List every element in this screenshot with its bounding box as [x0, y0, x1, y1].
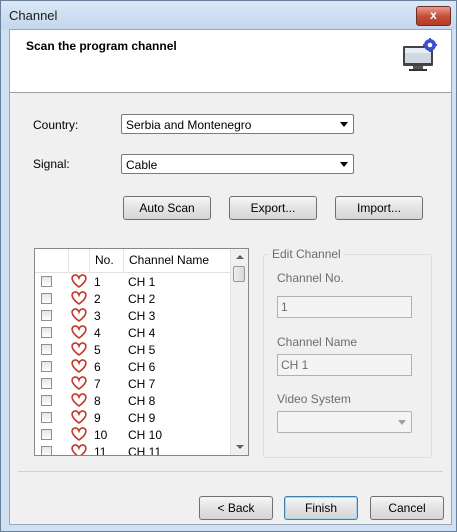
scroll-down-icon[interactable]: [236, 445, 244, 449]
video-system-select[interactable]: [277, 411, 412, 433]
import-button[interactable]: Import...: [335, 196, 423, 220]
channel-number: 3: [94, 309, 101, 323]
row-checkbox[interactable]: [41, 361, 52, 372]
list-item[interactable]: 8 CH 8: [35, 392, 232, 409]
channel-no-label: Channel No.: [277, 271, 344, 285]
column-header-channel-name[interactable]: Channel Name: [123, 249, 232, 272]
channel-number: 9: [94, 411, 101, 425]
window-title: Channel: [9, 8, 58, 23]
heart-icon[interactable]: [70, 324, 88, 340]
country-select[interactable]: Serbia and Montenegro: [121, 114, 354, 134]
row-checkbox[interactable]: [41, 378, 52, 389]
row-checkbox[interactable]: [41, 446, 52, 455]
channel-name: CH 9: [128, 411, 156, 425]
list-rows: 1 CH 1 2 CH 2 3 CH 3 4 CH 4 5 CH 5 6 CH 6 7 CH 7 8 CH 8…: [35, 273, 232, 456]
channel-name: CH 2: [128, 292, 156, 306]
edit-channel-title: Edit Channel: [269, 247, 344, 261]
channel-name: CH 5: [128, 343, 156, 357]
chevron-down-icon: [340, 162, 348, 167]
row-checkbox[interactable]: [41, 327, 52, 338]
country-value: Serbia and Montenegro: [126, 118, 252, 132]
auto-scan-button[interactable]: Auto Scan: [123, 196, 211, 220]
heart-icon[interactable]: [70, 392, 88, 408]
channel-no-field[interactable]: 1: [277, 296, 412, 318]
heart-icon[interactable]: [70, 290, 88, 306]
list-item[interactable]: 7 CH 7: [35, 375, 232, 392]
heart-icon[interactable]: [70, 443, 88, 456]
list-item[interactable]: 4 CH 4: [35, 324, 232, 341]
channel-number: 10: [94, 428, 108, 442]
row-checkbox[interactable]: [41, 412, 52, 423]
chevron-down-icon: [340, 122, 348, 127]
channel-number: 11: [94, 445, 107, 456]
channel-number: 1: [94, 275, 101, 289]
list-item[interactable]: 2 CH 2: [35, 290, 232, 307]
page-title: Scan the program channel: [26, 39, 177, 53]
channel-number: 4: [94, 326, 101, 340]
finish-button[interactable]: Finish: [284, 496, 358, 520]
list-item[interactable]: 1 CH 1: [35, 273, 232, 290]
list-item[interactable]: 11 CH 11: [35, 443, 232, 456]
heart-icon[interactable]: [70, 307, 88, 323]
channel-number: 8: [94, 394, 101, 408]
channel-name: CH 6: [128, 360, 156, 374]
heart-icon[interactable]: [70, 409, 88, 425]
list-item[interactable]: 10 CH 10: [35, 426, 232, 443]
close-icon: x: [430, 8, 437, 22]
cancel-button[interactable]: Cancel: [370, 496, 444, 520]
signal-value: Cable: [126, 158, 158, 172]
channel-number: 2: [94, 292, 101, 306]
signal-select[interactable]: Cable: [121, 154, 354, 174]
channel-name-field[interactable]: CH 1: [277, 354, 412, 376]
heart-icon[interactable]: [70, 341, 88, 357]
footer-separator: [18, 471, 443, 472]
edit-channel-group: Edit Channel Channel No. 1 Channel Name …: [263, 247, 432, 458]
channel-number: 5: [94, 343, 101, 357]
list-item[interactable]: 6 CH 6: [35, 358, 232, 375]
row-checkbox[interactable]: [41, 429, 52, 440]
channel-window: Channel x Scan the program channel Count…: [0, 0, 457, 532]
column-header-fav[interactable]: [68, 249, 89, 272]
heart-icon[interactable]: [70, 426, 88, 442]
country-label: Country:: [33, 118, 79, 132]
wizard-header: Scan the program channel: [10, 30, 451, 93]
row-checkbox[interactable]: [41, 276, 52, 287]
heart-icon[interactable]: [70, 375, 88, 391]
chevron-down-icon: [398, 420, 406, 425]
list-header: No. Channel Name: [35, 249, 232, 273]
dialog-client: Scan the program channel Country: Serbia…: [9, 29, 452, 525]
close-button[interactable]: x: [416, 6, 451, 26]
list-item[interactable]: 3 CH 3: [35, 307, 232, 324]
row-checkbox[interactable]: [41, 293, 52, 304]
column-header-no[interactable]: No.: [89, 249, 123, 272]
channel-name: CH 4: [128, 326, 156, 340]
column-header-check[interactable]: [35, 249, 68, 272]
scroll-up-icon[interactable]: [236, 255, 244, 259]
monitor-settings-icon: [403, 38, 437, 71]
channel-name-label: Channel Name: [277, 335, 358, 349]
channel-number: 6: [94, 360, 101, 374]
channel-name: CH 7: [128, 377, 156, 391]
channel-name: CH 8: [128, 394, 156, 408]
channel-number: 7: [94, 377, 101, 391]
back-button[interactable]: < Back: [199, 496, 273, 520]
heart-icon[interactable]: [70, 358, 88, 374]
channel-name: CH 11: [128, 445, 162, 456]
scroll-thumb[interactable]: [233, 266, 245, 282]
video-system-label: Video System: [277, 392, 351, 406]
vertical-scrollbar[interactable]: [230, 249, 248, 455]
channel-name: CH 3: [128, 309, 156, 323]
heart-icon[interactable]: [70, 273, 88, 289]
row-checkbox[interactable]: [41, 310, 52, 321]
channel-name: CH 1: [128, 275, 156, 289]
channel-name: CH 10: [128, 428, 163, 442]
channel-list[interactable]: No. Channel Name 1 CH 1 2 CH 2 3 CH 3 4 CH 4 5 CH…: [34, 248, 249, 456]
signal-label: Signal:: [33, 157, 70, 171]
list-item[interactable]: 9 CH 9: [35, 409, 232, 426]
export-button[interactable]: Export...: [229, 196, 317, 220]
row-checkbox[interactable]: [41, 395, 52, 406]
list-item[interactable]: 5 CH 5: [35, 341, 232, 358]
row-checkbox[interactable]: [41, 344, 52, 355]
title-bar[interactable]: Channel x: [1, 1, 456, 29]
